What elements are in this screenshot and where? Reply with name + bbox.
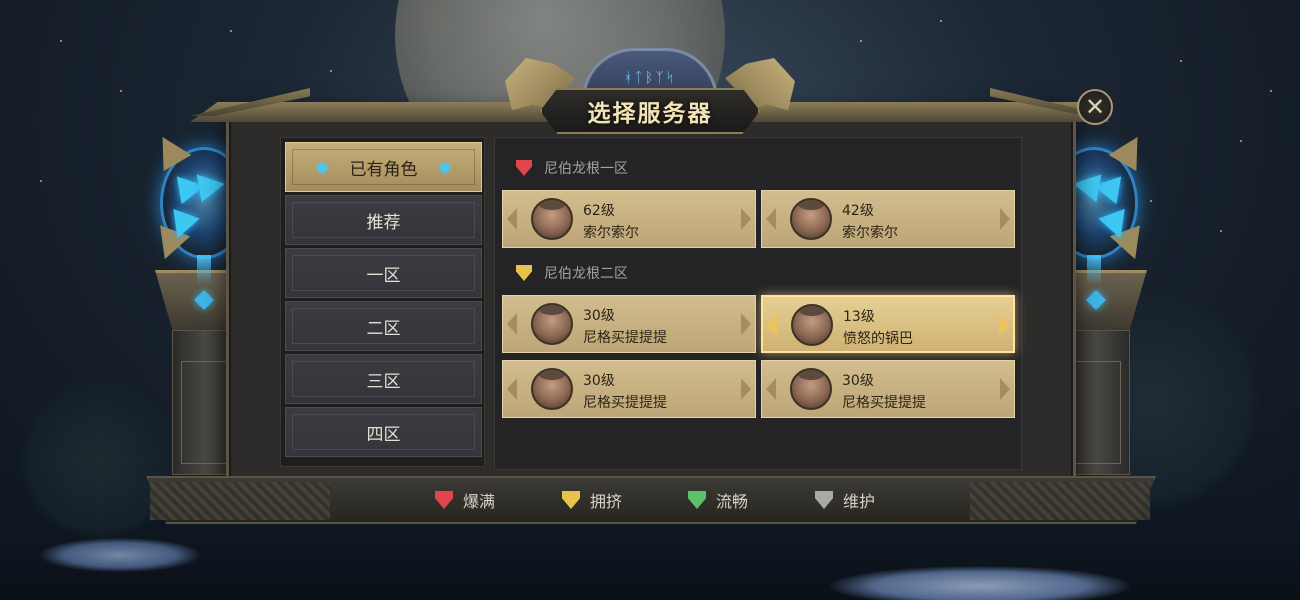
card-ornament [1000, 208, 1010, 230]
card-ornament [767, 314, 777, 336]
legend-smooth: 流畅 [688, 488, 748, 512]
tab-existing-characters[interactable]: 已有角色 [285, 142, 482, 192]
avatar [531, 198, 573, 240]
knotwork-right [970, 482, 1150, 520]
title-plate: 选择服务器 [540, 88, 760, 134]
legend-label: 维护 [843, 492, 876, 511]
avatar [531, 303, 573, 345]
avatar [790, 368, 832, 410]
card-ornament [741, 208, 751, 230]
character-name: 尼格买提提提 [842, 395, 926, 411]
character-level: 30级 [583, 308, 615, 324]
legend-crowded: 拥挤 [562, 488, 622, 512]
tab-label: 三区 [366, 371, 401, 392]
page-title: 选择服务器 [587, 100, 713, 127]
character-level: 62级 [583, 203, 615, 219]
card-ornament [507, 313, 517, 335]
character-name: 索尔索尔 [842, 225, 898, 241]
server-group-title: 尼伯龙根一区 [516, 157, 628, 179]
character-level: 13级 [843, 309, 875, 325]
server-group-name: 尼伯龙根一区 [544, 161, 628, 177]
character-level: 30级 [583, 373, 615, 389]
legend-maintenance: 维护 [815, 488, 875, 512]
character-level: 30级 [842, 373, 874, 389]
shield-icon [688, 491, 706, 509]
tab-label: 四区 [366, 424, 401, 445]
server-group-name: 尼伯龙根二区 [544, 266, 628, 282]
card-ornament [999, 314, 1009, 336]
card-ornament [507, 378, 517, 400]
avatar [790, 198, 832, 240]
legend-label: 拥挤 [590, 492, 623, 511]
avatar [791, 304, 833, 346]
knotwork-left [150, 482, 330, 520]
tab-label: 推荐 [366, 212, 401, 233]
region-tabs: 已有角色 推荐 一区 二区 三区 四区 [280, 137, 485, 467]
card-ornament [766, 208, 776, 230]
tab-label: 二区 [366, 318, 401, 339]
character-name: 尼格买提提提 [583, 395, 667, 411]
server-group-title: 尼伯龙根二区 [516, 262, 628, 284]
flowers-left [40, 538, 200, 572]
character-card[interactable]: 30级 尼格买提提提 [502, 360, 756, 418]
rune-text: ᚼᛏᛒᛉᛋ [624, 70, 676, 86]
close-button[interactable]: ✕ [1077, 89, 1113, 125]
shield-icon [815, 491, 833, 509]
close-icon: ✕ [1084, 93, 1106, 121]
card-ornament [741, 378, 751, 400]
character-card[interactable]: 62级 索尔索尔 [502, 190, 756, 248]
tab-zone-2[interactable]: 二区 [285, 301, 482, 351]
legend-label: 流畅 [716, 492, 749, 511]
character-name: 愤怒的锅巴 [843, 331, 913, 347]
character-level: 42级 [842, 203, 874, 219]
character-card-selected[interactable]: 13级 愤怒的锅巴 [761, 295, 1015, 353]
tab-zone-4[interactable]: 四区 [285, 407, 482, 457]
tab-recommended[interactable]: 推荐 [285, 195, 482, 245]
shield-icon [516, 160, 532, 176]
shield-icon [562, 491, 580, 509]
character-card[interactable]: 30级 尼格买提提提 [761, 360, 1015, 418]
gem-icon [439, 162, 451, 174]
flowers-right [830, 566, 1130, 600]
tab-zone-3[interactable]: 三区 [285, 354, 482, 404]
tab-zone-1[interactable]: 一区 [285, 248, 482, 298]
card-ornament [507, 208, 517, 230]
tab-label: 一区 [366, 265, 401, 286]
card-ornament [741, 313, 751, 335]
shield-icon [516, 265, 532, 281]
legend-label: 爆满 [463, 492, 496, 511]
character-name: 尼格买提提提 [583, 330, 667, 346]
character-name: 索尔索尔 [583, 225, 639, 241]
card-ornament [766, 378, 776, 400]
tab-label: 已有角色 [349, 159, 418, 180]
shield-icon [435, 491, 453, 509]
character-card[interactable]: 42级 索尔索尔 [761, 190, 1015, 248]
character-card[interactable]: 30级 尼格买提提提 [502, 295, 756, 353]
legend-full: 爆满 [435, 488, 495, 512]
card-ornament [1000, 378, 1010, 400]
avatar [531, 368, 573, 410]
gem-icon [316, 162, 328, 174]
